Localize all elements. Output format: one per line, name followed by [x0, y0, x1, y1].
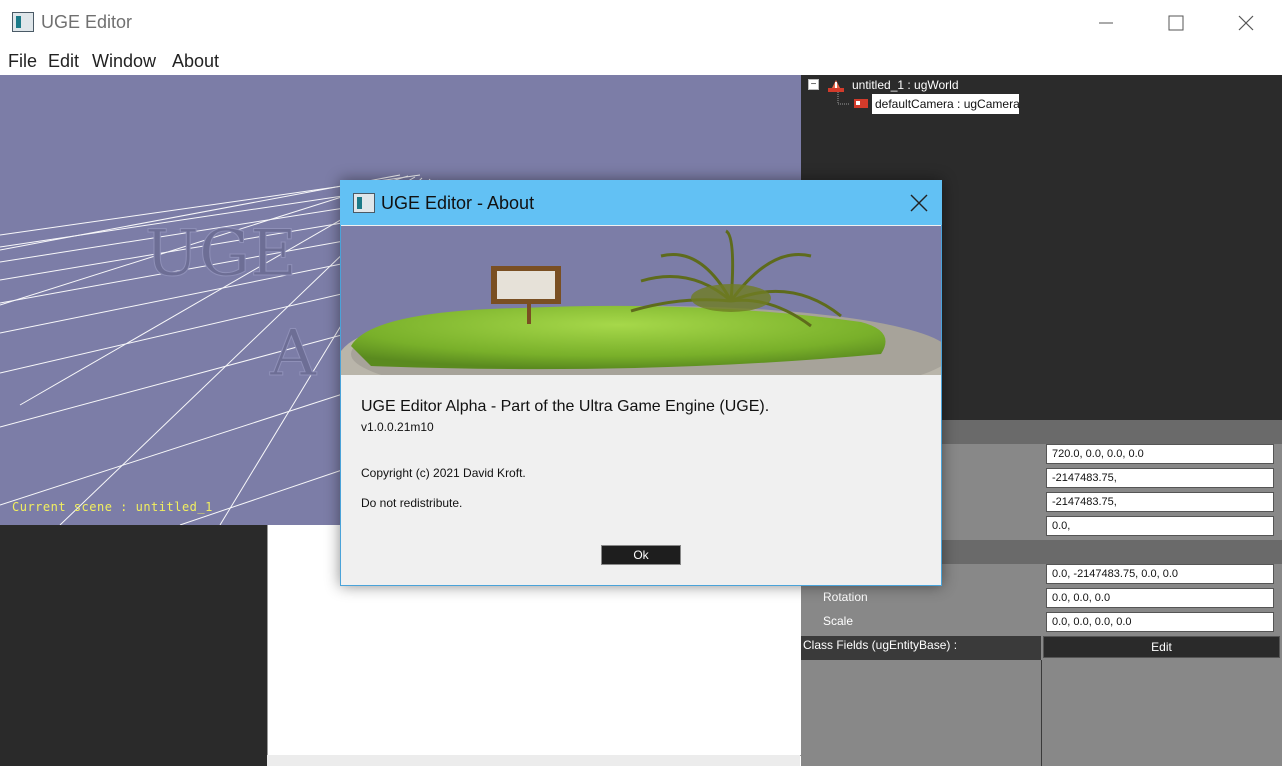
- about-banner-image: [341, 226, 941, 375]
- about-copyright: Copyright (c) 2021 David Kroft.: [361, 466, 526, 480]
- close-button[interactable]: [1211, 0, 1281, 45]
- property-field-2[interactable]: -2147483.75,: [1046, 468, 1274, 488]
- about-headline: UGE Editor Alpha - Part of the Ultra Gam…: [361, 398, 770, 415]
- property-field-3[interactable]: -2147483.75,: [1046, 492, 1274, 512]
- app-icon: [12, 12, 34, 32]
- watermark-text: UGE: [145, 217, 297, 291]
- property-field-4[interactable]: 0.0,: [1046, 516, 1274, 536]
- console-footer: [267, 755, 800, 766]
- edit-button[interactable]: Edit: [1043, 636, 1280, 658]
- dialog-close-button[interactable]: [896, 180, 942, 225]
- menu-edit[interactable]: Edit: [48, 51, 79, 72]
- maximize-button[interactable]: [1141, 0, 1211, 45]
- class-fields-label: Class Fields (ugEntityBase) :: [801, 636, 1041, 660]
- watermark-text-2: A: [269, 317, 317, 391]
- close-icon: [910, 194, 928, 211]
- tree-node-camera[interactable]: defaultCamera : ugCamera: [875, 97, 1020, 111]
- island-illustration: [341, 226, 941, 375]
- window-title: UGE Editor: [41, 12, 133, 32]
- dialog-app-icon: [353, 193, 375, 213]
- about-dialog-title: UGE Editor - About: [381, 193, 535, 213]
- about-version: v1.0.0.21m10: [361, 420, 434, 434]
- ok-button[interactable]: Ok: [601, 545, 681, 565]
- scale-label: Scale: [823, 614, 854, 628]
- menu-file[interactable]: File: [8, 51, 37, 72]
- minimize-icon: [1099, 22, 1113, 23]
- close-icon: [1238, 15, 1254, 30]
- position-field[interactable]: 0.0, -2147483.75, 0.0, 0.0: [1046, 564, 1274, 584]
- rotation-field[interactable]: 0.0, 0.0, 0.0: [1046, 588, 1274, 608]
- camera-icon: [854, 99, 868, 108]
- about-notice: Do not redistribute.: [361, 496, 463, 510]
- menu-about[interactable]: About: [172, 51, 219, 72]
- column-divider: [1041, 660, 1042, 766]
- asset-panel: [0, 525, 267, 766]
- scale-field[interactable]: 0.0, 0.0, 0.0, 0.0: [1046, 612, 1274, 632]
- tree-collapse-toggle[interactable]: −: [808, 79, 819, 90]
- menu-window[interactable]: Window: [92, 51, 156, 72]
- rotation-label: Rotation: [823, 590, 868, 604]
- maximize-icon: [1168, 15, 1184, 30]
- property-field-1[interactable]: 720.0, 0.0, 0.0, 0.0: [1046, 444, 1274, 464]
- minimize-button[interactable]: [1071, 0, 1141, 45]
- tree-node-world[interactable]: untitled_1 : ugWorld: [852, 78, 959, 92]
- current-scene-label: Current scene : untitled_1: [12, 500, 213, 514]
